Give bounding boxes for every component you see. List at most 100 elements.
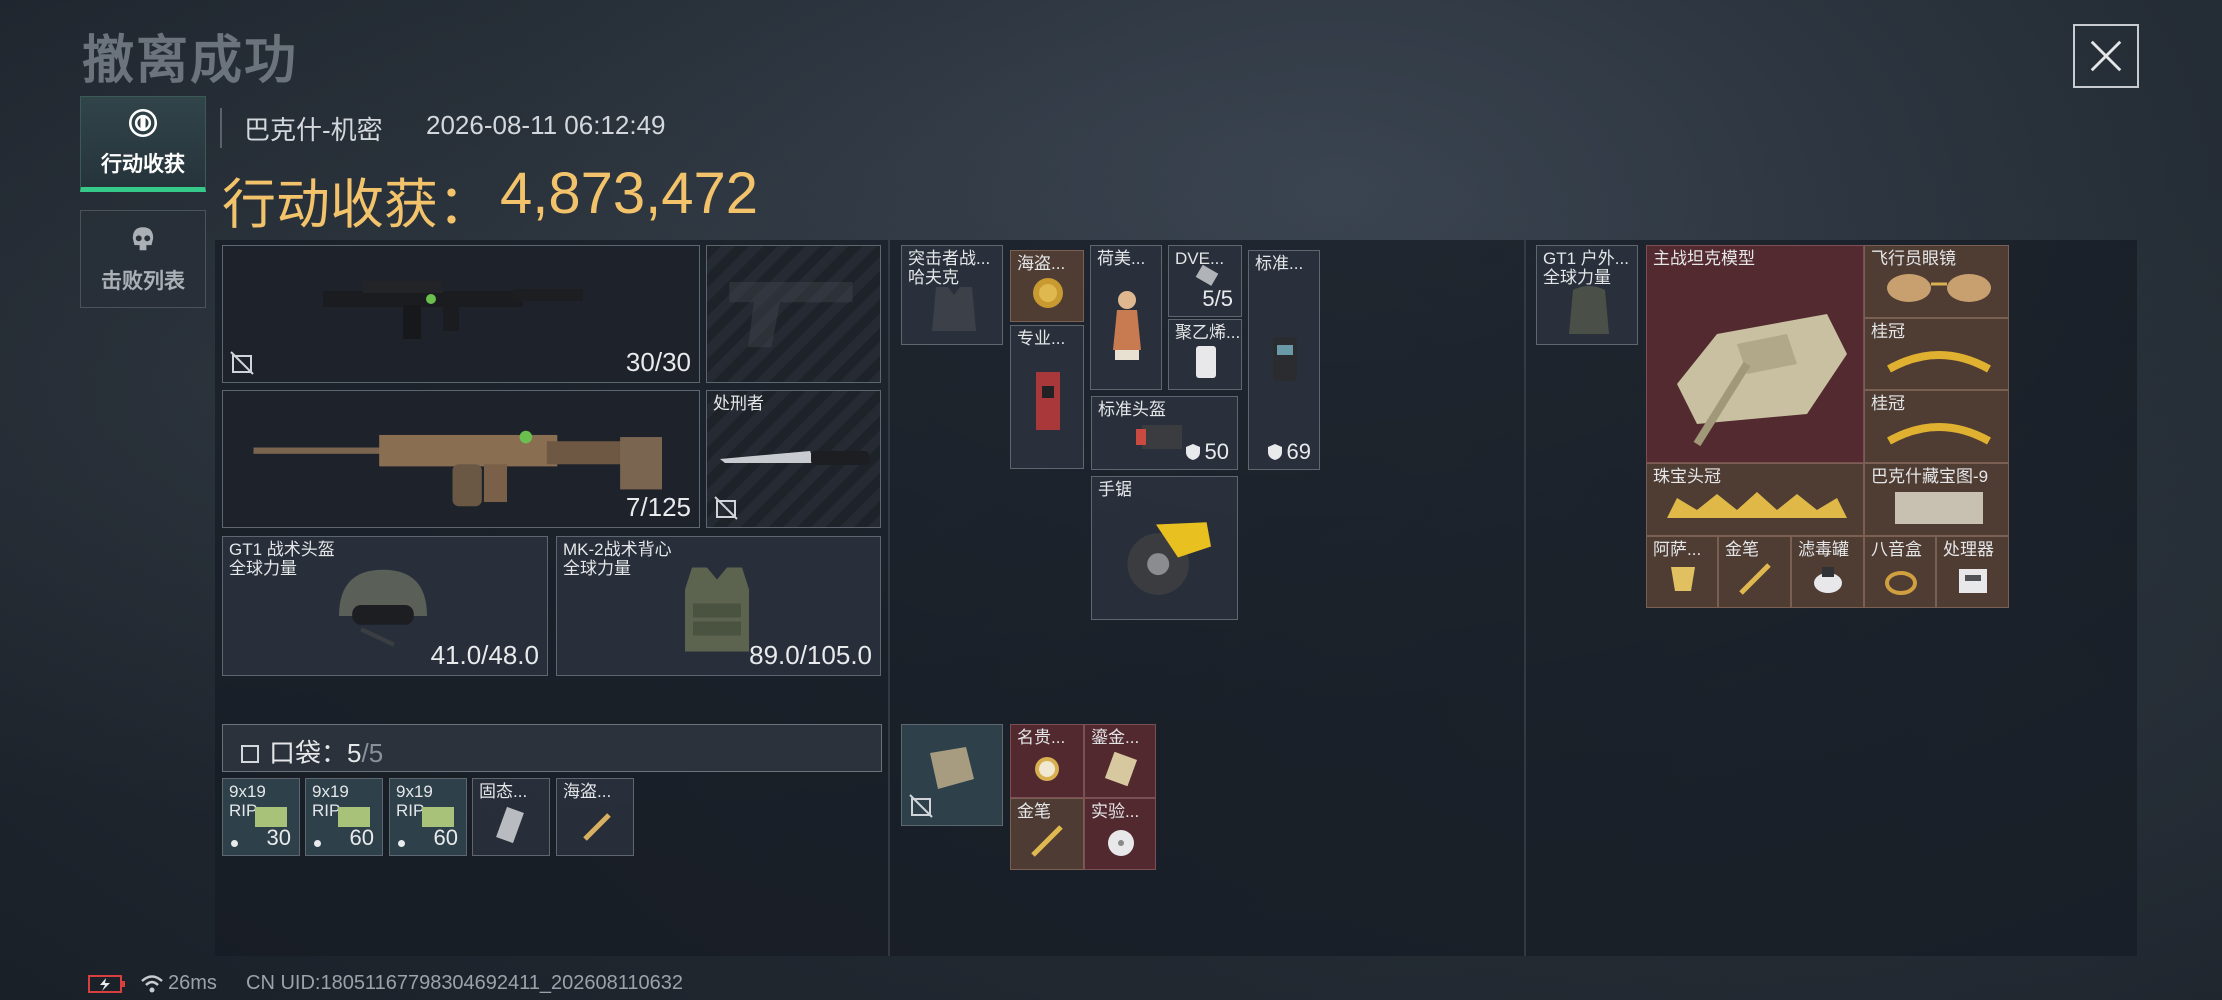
secondary-ammo: 7/125: [625, 492, 691, 522]
backpack-item-tank[interactable]: 主战坦克模型: [1646, 245, 1864, 463]
item-name: 巴克什藏宝图-9: [1871, 467, 1989, 486]
backpack-item-cup[interactable]: 阿萨...: [1646, 536, 1718, 608]
backpack-item-laurel[interactable]: 桂冠: [1864, 390, 2009, 463]
knife-icon: [720, 451, 869, 465]
tab-kills[interactable]: 击败列表: [80, 210, 206, 308]
music-box-icon: [1885, 571, 1917, 595]
laurel-icon: [1887, 351, 1991, 373]
pocket-item[interactable]: 9x19 RIP 30: [222, 778, 300, 856]
pen-icon: [1739, 563, 1771, 595]
rig-item-dutch[interactable]: 荷美...: [1090, 245, 1162, 390]
rig-slot[interactable]: 突击者战... 哈夫克: [901, 245, 1003, 345]
headset-icon: [1136, 425, 1182, 449]
pocket-item[interactable]: 固态...: [472, 778, 550, 856]
gpu-icon: [1036, 372, 1060, 430]
pocket-capacity: /5: [361, 738, 384, 768]
pocket-item-name: 9x19: [229, 782, 266, 801]
backpack-item-map[interactable]: 巴克什藏宝图-9: [1864, 463, 2009, 536]
no-insure-icon: [230, 351, 254, 375]
vest-slot[interactable]: MK-2战术背心 全球力量 89.0/105.0: [556, 536, 881, 676]
case-item-pen[interactable]: 金笔: [1010, 798, 1084, 870]
pocket-item[interactable]: 海盗...: [556, 778, 634, 856]
pocket-header: 口袋：5/5: [222, 724, 882, 772]
page-title: 撤离成功: [82, 32, 299, 90]
tab-kills-label: 击败列表: [101, 270, 185, 293]
close-button[interactable]: [2073, 24, 2139, 88]
item-name: 金笔: [1725, 540, 1759, 559]
vest-name: MK-2战术背心: [563, 540, 672, 559]
item-name: 荷美...: [1097, 249, 1146, 268]
rig-icon: [932, 287, 976, 331]
no-insure-icon: [714, 496, 738, 520]
panel-divider-2: [1524, 240, 1526, 956]
item-name: 主战坦克模型: [1653, 249, 1755, 268]
case-item-watch[interactable]: 名贵...: [1010, 724, 1084, 798]
ammo-dot-icon: [231, 840, 238, 847]
backpack-item-box[interactable]: 八音盒: [1864, 536, 1936, 608]
item-name: 名贵...: [1017, 728, 1066, 747]
rig-item-std[interactable]: 标准... 69: [1248, 250, 1320, 470]
item-name: 金笔: [1017, 802, 1051, 821]
rig-item-dve[interactable]: DVE... 5/5: [1168, 245, 1242, 317]
rig-item-std-head[interactable]: 标准头盔 50: [1091, 396, 1238, 470]
map-name: 巴克什-机密: [244, 115, 383, 145]
secondary-weapon-slot[interactable]: 7/125: [222, 390, 700, 528]
backpack-item-crown[interactable]: 珠宝头冠: [1646, 463, 1864, 536]
item-name: 专业...: [1017, 329, 1066, 348]
haul-value: 4,873,472: [500, 161, 759, 226]
ssd-icon: [496, 806, 524, 844]
panel-divider-1: [888, 240, 890, 956]
backpack-item-filter[interactable]: 滤毒罐: [1791, 536, 1864, 608]
crown-icon: [1667, 492, 1847, 518]
item-name: 处理器: [1943, 540, 1994, 559]
rig-name: 突击者战...: [908, 249, 991, 268]
tab-loot[interactable]: 行动收获: [80, 96, 206, 192]
pocket-item[interactable]: 9x19 RIP 60: [389, 778, 467, 856]
item-name: 鎏金...: [1091, 728, 1140, 747]
item-count: 5/5: [1202, 286, 1233, 311]
backpack-name: GT1 户外...: [1543, 249, 1629, 268]
backpack-item-pen[interactable]: 金笔: [1718, 536, 1791, 608]
skull-icon: [132, 227, 154, 251]
pocket-item-count: 30: [266, 825, 291, 850]
helmet-brand: 全球力量: [229, 559, 297, 578]
coin-icon: [1033, 278, 1063, 308]
processor-icon: [1959, 569, 1987, 593]
case-item-lab[interactable]: 实验...: [1084, 798, 1156, 870]
rig-item-pro[interactable]: 专业...: [1010, 325, 1084, 469]
backpack-item-laurel[interactable]: 桂冠: [1864, 318, 2009, 390]
rig-item-poly[interactable]: 聚乙烯...: [1168, 319, 1242, 390]
laurel-icon: [1887, 423, 1991, 445]
radio-icon: [1273, 337, 1297, 381]
disc-icon: [1108, 830, 1134, 856]
item-name: 聚乙烯...: [1175, 323, 1241, 342]
primary-weapon-slot[interactable]: 30/30: [222, 245, 700, 383]
backpack-icon: [1569, 286, 1609, 334]
case-item-gilt[interactable]: 鎏金...: [1084, 724, 1156, 798]
gilt-icon: [1104, 751, 1138, 787]
melee-slot[interactable]: 处刑者: [706, 390, 881, 528]
rig-item-pirate[interactable]: 海盗...: [1010, 250, 1084, 322]
rig-item-saw[interactable]: 手锯: [1091, 476, 1238, 620]
item-name: 阿萨...: [1653, 540, 1702, 559]
lmg-icon: [253, 430, 663, 507]
backpack-item-cpu[interactable]: 处理器: [1936, 536, 2009, 608]
backpack-item-aviator[interactable]: 飞行员眼镜: [1864, 245, 2009, 318]
sidearm-slot-empty[interactable]: [706, 245, 881, 383]
canister-icon: [1196, 346, 1216, 378]
vest-durability: 89.0/105.0: [749, 640, 872, 670]
pocket-item-count: 60: [433, 825, 458, 850]
helmet-slot[interactable]: GT1 战术头盔 全球力量 41.0/48.0: [222, 536, 548, 676]
pocket-item[interactable]: 9x19 RIP 60: [305, 778, 383, 856]
case-slot[interactable]: [901, 724, 1003, 826]
case-icon: [930, 747, 974, 789]
pocket-item-count: 60: [349, 825, 374, 850]
ammo-dot-icon: [314, 840, 321, 847]
item-armor: 50: [1185, 439, 1229, 465]
battery-icon: [88, 975, 125, 993]
item-name: 实验...: [1091, 802, 1140, 821]
backpack-slot[interactable]: GT1 户外... 全球力量: [1536, 245, 1638, 345]
item-armor: 69: [1267, 439, 1311, 465]
helmet-durability: 41.0/48.0: [430, 640, 539, 670]
glasses-icon: [1887, 274, 1991, 302]
